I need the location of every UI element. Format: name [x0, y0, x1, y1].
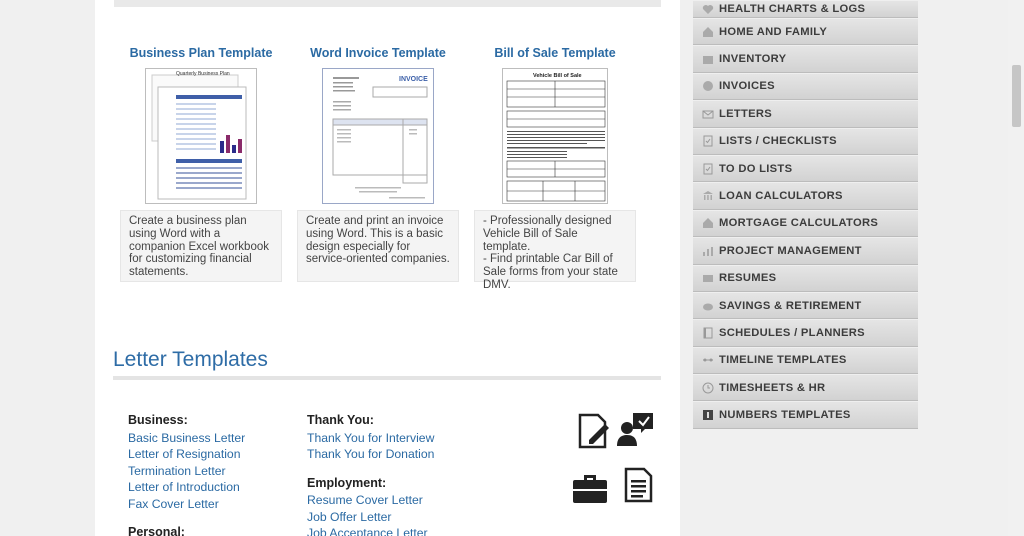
resume-icon: [701, 271, 715, 285]
sidebar-item-inventory[interactable]: INVENTORY: [693, 45, 918, 73]
sidebar-item-label: LETTERS: [719, 107, 773, 120]
bill-of-sale-preview-image: Vehicle Bill of Sale: [506, 73, 606, 202]
sidebar-item-schedules-planners[interactable]: SCHEDULES / PLANNERS: [693, 319, 918, 347]
bill-of-sale-title-link[interactable]: Bill of Sale Template: [474, 46, 636, 62]
business-plan-thumbnail[interactable]: Quarterly Business Plan: [145, 68, 257, 204]
business-plan-preview-image: Quarterly Business Plan: [151, 71, 247, 200]
piggy-icon: [701, 299, 715, 313]
box-icon: [701, 52, 715, 66]
thank-you-letters-column: Thank You: Thank You for Interview Thank…: [307, 412, 434, 536]
heart-icon: [701, 2, 715, 16]
link-thank-you-for-interview[interactable]: Thank You for Interview: [307, 430, 434, 447]
word-invoice-preview-image: INVOICE: [332, 76, 428, 199]
sidebar-item-resumes[interactable]: RESUMES: [693, 264, 918, 292]
document-pen-icon: [578, 413, 609, 449]
link-thank-you-for-donation[interactable]: Thank You for Donation: [307, 446, 434, 463]
sidebar-item-letters[interactable]: LETTERS: [693, 100, 918, 128]
clock-icon: [701, 381, 715, 395]
main-content: Business Plan Template Quarterly Busines…: [95, 0, 680, 536]
sidebar-item-label: TO DO LISTS: [719, 162, 793, 175]
employment-heading: Employment:: [307, 475, 387, 490]
sidebar-item-invoices[interactable]: INVOICES: [693, 72, 918, 101]
business-plan-thumb-caption: Quarterly Business Plan: [176, 71, 230, 77]
sidebar-item-label: LOAN CALCULATORS: [719, 190, 843, 203]
personal-heading: Personal:: [128, 525, 185, 536]
sidebar-item-savings-retirement[interactable]: SAVINGS & RETIREMENT: [693, 291, 918, 320]
sidebar-item-numbers-templates[interactable]: NUMBERS TEMPLATES: [693, 401, 918, 429]
chart-icon: [701, 244, 715, 258]
numbers-icon: [701, 408, 715, 422]
template-card-business-plan: Business Plan Template Quarterly Busines…: [120, 46, 282, 282]
sidebar-item-mortgage-calculators[interactable]: MORTGAGE CALCULATORS: [693, 209, 918, 238]
timeline-icon: [701, 353, 715, 367]
template-card-word-invoice: Word Invoice Template INVOICE Create and…: [297, 46, 459, 282]
sidebar-item-label: SAVINGS & RETIREMENT: [719, 299, 862, 312]
coin-icon: [701, 79, 715, 93]
link-fax-cover-letter[interactable]: Fax Cover Letter: [128, 496, 245, 513]
sidebar-item-label: MORTGAGE CALCULATORS: [719, 217, 879, 230]
letter-templates-heading: Letter Templates: [113, 348, 268, 371]
sidebar-item-label: SCHEDULES / PLANNERS: [719, 326, 865, 339]
person-chat-icon: [617, 413, 653, 446]
business-heading: Business:: [128, 413, 188, 427]
house-icon: [701, 216, 715, 230]
bill-of-sale-thumbnail[interactable]: Vehicle Bill of Sale: [502, 68, 608, 204]
template-card-bill-of-sale: Bill of Sale Template Vehicle Bill of Sa…: [474, 46, 636, 291]
checklist-icon: [701, 134, 715, 148]
business-letters-column: Business: Basic Business Letter Letter o…: [128, 412, 245, 536]
thank-you-heading: Thank You:: [307, 413, 374, 427]
sidebar-item-label: HEALTH CHARTS & LOGS: [719, 3, 866, 15]
link-termination-letter[interactable]: Termination Letter: [128, 463, 245, 480]
category-sidebar: HEALTH CHARTS & LOGS HOME AND FAMILY INV…: [693, 0, 918, 429]
sidebar-item-label: NUMBERS TEMPLATES: [719, 409, 851, 422]
link-resume-cover-letter[interactable]: Resume Cover Letter: [307, 492, 434, 509]
bank-icon: [701, 189, 715, 203]
invoice-thumb-caption: INVOICE: [399, 76, 428, 83]
scrollbar-thumb[interactable]: [1012, 65, 1021, 127]
sidebar-item-label: TIMESHEETS & HR: [719, 381, 826, 394]
bill-of-sale-description: - Professionally designed Vehicle Bill o…: [474, 210, 636, 291]
todo-icon: [701, 162, 715, 176]
sidebar-item-label: INVENTORY: [719, 53, 787, 66]
sidebar-item-label: LISTS / CHECKLISTS: [719, 135, 837, 148]
sidebar-item-label: PROJECT MANAGEMENT: [719, 244, 862, 257]
sidebar-item-home-and-family[interactable]: HOME AND FAMILY: [693, 18, 918, 46]
link-job-acceptance-letter[interactable]: Job Acceptance Letter: [307, 525, 434, 536]
business-plan-title-link[interactable]: Business Plan Template: [120, 46, 282, 62]
sidebar-item-to-do-lists[interactable]: TO DO LISTS: [693, 154, 918, 183]
word-invoice-thumbnail[interactable]: INVOICE: [322, 68, 434, 204]
document-list-icon: [624, 467, 653, 503]
house-icon: [701, 25, 715, 39]
word-invoice-title-link[interactable]: Word Invoice Template: [297, 46, 459, 62]
top-band: [114, 0, 661, 7]
sidebar-item-loan-calculators[interactable]: LOAN CALCULATORS: [693, 182, 918, 210]
sidebar-item-project-management[interactable]: PROJECT MANAGEMENT: [693, 237, 918, 265]
link-basic-business-letter[interactable]: Basic Business Letter: [128, 430, 245, 447]
sidebar-item-label: RESUMES: [719, 272, 777, 285]
sidebar-item-health-charts[interactable]: HEALTH CHARTS & LOGS: [693, 0, 918, 18]
envelope-icon: [701, 107, 715, 121]
section-divider: [113, 376, 661, 380]
sidebar-item-label: HOME AND FAMILY: [719, 25, 828, 38]
word-invoice-description: Create and print an invoice using Word. …: [297, 210, 459, 282]
link-job-offer-letter[interactable]: Job Offer Letter: [307, 509, 434, 526]
link-letter-of-resignation[interactable]: Letter of Resignation: [128, 446, 245, 463]
briefcase-icon: [573, 475, 607, 503]
bill-of-sale-thumb-caption: Vehicle Bill of Sale: [533, 73, 582, 79]
sidebar-item-label: TIMELINE TEMPLATES: [719, 354, 847, 367]
business-plan-description: Create a business plan using Word with a…: [120, 210, 282, 282]
sidebar-item-timeline-templates[interactable]: TIMELINE TEMPLATES: [693, 346, 918, 375]
link-letter-of-introduction[interactable]: Letter of Introduction: [128, 479, 245, 496]
sidebar-item-label: INVOICES: [719, 80, 775, 93]
sidebar-item-lists-checklists[interactable]: LISTS / CHECKLISTS: [693, 127, 918, 155]
sidebar-item-timesheets-hr[interactable]: TIMESHEETS & HR: [693, 374, 918, 402]
planner-icon: [701, 326, 715, 340]
